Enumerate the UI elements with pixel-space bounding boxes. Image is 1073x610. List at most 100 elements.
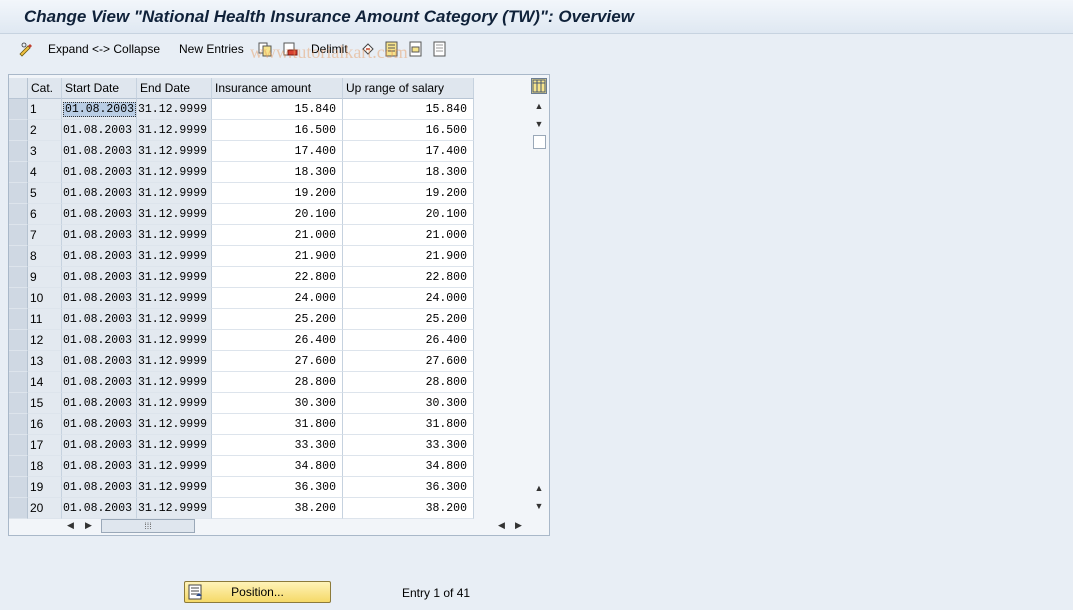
cell-insurance-amount[interactable]: 21.000 (212, 225, 343, 246)
cell-start-date[interactable]: 01.08.2003 (62, 414, 137, 435)
cell-start-date[interactable]: 01.08.2003 (62, 456, 137, 477)
cell-cat[interactable]: 1 (28, 99, 62, 120)
cell-insurance-amount[interactable]: 33.300 (212, 435, 343, 456)
column-header-up-range[interactable]: Up range of salary (343, 78, 474, 99)
select-all-rows-button[interactable] (9, 78, 28, 99)
cell-end-date[interactable]: 31.12.9999 (137, 498, 212, 519)
scroll-far-right-icon[interactable]: ▶ (515, 520, 522, 531)
cell-cat[interactable]: 13 (28, 351, 62, 372)
row-selector[interactable] (9, 309, 28, 330)
cell-start-date[interactable]: 01.08.2003 (62, 330, 137, 351)
cell-insurance-amount[interactable]: 30.300 (212, 393, 343, 414)
row-selector[interactable] (9, 141, 28, 162)
cell-end-date[interactable]: 31.12.9999 (137, 414, 212, 435)
cell-up-range[interactable]: 15.840 (343, 99, 474, 120)
cell-insurance-amount[interactable]: 21.900 (212, 246, 343, 267)
row-selector[interactable] (9, 204, 28, 225)
cell-up-range[interactable]: 31.800 (343, 414, 474, 435)
cell-up-range[interactable]: 36.300 (343, 477, 474, 498)
cell-end-date[interactable]: 31.12.9999 (137, 267, 212, 288)
cell-start-date[interactable]: 01.08.2003 (62, 225, 137, 246)
cell-end-date[interactable]: 31.12.9999 (137, 351, 212, 372)
cell-start-date[interactable]: 01.08.2003 (62, 183, 137, 204)
cell-end-date[interactable]: 31.12.9999 (137, 477, 212, 498)
cell-start-date[interactable]: 01.08.2003 (62, 246, 137, 267)
scroll-far-left-icon[interactable]: ◀ (498, 520, 505, 531)
row-selector[interactable] (9, 372, 28, 393)
column-header-start-date[interactable]: Start Date (62, 78, 137, 99)
row-selector[interactable] (9, 456, 28, 477)
scroll-page-up-icon[interactable]: ▲ (534, 483, 544, 493)
cell-insurance-amount[interactable]: 17.400 (212, 141, 343, 162)
cell-cat[interactable]: 10 (28, 288, 62, 309)
cell-cat[interactable]: 3 (28, 141, 62, 162)
row-selector[interactable] (9, 267, 28, 288)
cell-end-date[interactable]: 31.12.9999 (137, 183, 212, 204)
scroll-page-down-icon[interactable]: ▼ (534, 119, 544, 129)
cell-insurance-amount[interactable]: 27.600 (212, 351, 343, 372)
cell-cat[interactable]: 18 (28, 456, 62, 477)
cell-cat[interactable]: 8 (28, 246, 62, 267)
cell-end-date[interactable]: 31.12.9999 (137, 141, 212, 162)
cell-up-range[interactable]: 20.100 (343, 204, 474, 225)
cell-insurance-amount[interactable]: 24.000 (212, 288, 343, 309)
scroll-left-icon[interactable]: ◀ (67, 520, 74, 531)
cell-up-range[interactable]: 24.000 (343, 288, 474, 309)
cell-up-range[interactable]: 27.600 (343, 351, 474, 372)
cell-insurance-amount[interactable]: 26.400 (212, 330, 343, 351)
row-selector[interactable] (9, 225, 28, 246)
cell-end-date[interactable]: 31.12.9999 (137, 330, 212, 351)
row-selector[interactable] (9, 414, 28, 435)
cell-up-range[interactable]: 28.800 (343, 372, 474, 393)
table-settings-icon[interactable] (531, 78, 547, 94)
cell-insurance-amount[interactable]: 16.500 (212, 120, 343, 141)
scroll-up-icon[interactable]: ▲ (534, 101, 544, 111)
row-selector[interactable] (9, 99, 28, 120)
cell-start-date[interactable]: 01.08.2003 (62, 393, 137, 414)
cell-insurance-amount[interactable]: 22.800 (212, 267, 343, 288)
column-header-end-date[interactable]: End Date (137, 78, 212, 99)
row-selector[interactable] (9, 183, 28, 204)
cell-cat[interactable]: 6 (28, 204, 62, 225)
cell-cat[interactable]: 17 (28, 435, 62, 456)
cell-start-date[interactable]: 01.08.2003 (62, 498, 137, 519)
cell-start-date[interactable]: 01.08.2003 (62, 162, 137, 183)
cell-start-date[interactable]: 01.08.2003 (62, 309, 137, 330)
cell-insurance-amount[interactable]: 20.100 (212, 204, 343, 225)
cell-cat[interactable]: 9 (28, 267, 62, 288)
cell-up-range[interactable]: 30.300 (343, 393, 474, 414)
cell-cat[interactable]: 4 (28, 162, 62, 183)
row-selector[interactable] (9, 162, 28, 183)
select-block-icon[interactable] (408, 41, 424, 57)
cell-insurance-amount[interactable]: 34.800 (212, 456, 343, 477)
cell-cat[interactable]: 15 (28, 393, 62, 414)
cell-start-date[interactable]: 01.08.2003 (62, 435, 137, 456)
scroll-right-icon[interactable]: ▶ (85, 520, 92, 531)
cell-end-date[interactable]: 31.12.9999 (137, 288, 212, 309)
cell-cat[interactable]: 5 (28, 183, 62, 204)
cell-insurance-amount[interactable]: 28.800 (212, 372, 343, 393)
cell-end-date[interactable]: 31.12.9999 (137, 225, 212, 246)
cell-start-date[interactable]: 01.08.2003 (62, 288, 137, 309)
cell-end-date[interactable]: 31.12.9999 (137, 309, 212, 330)
cell-end-date[interactable]: 31.12.9999 (137, 204, 212, 225)
horizontal-scroll-thumb[interactable]: ⁞⁞⁞ (101, 519, 195, 533)
scroll-down-icon[interactable]: ▼ (534, 501, 544, 511)
cell-cat[interactable]: 12 (28, 330, 62, 351)
cell-end-date[interactable]: 31.12.9999 (137, 456, 212, 477)
cell-start-date[interactable]: 01.08.2003 (62, 372, 137, 393)
row-selector[interactable] (9, 246, 28, 267)
cell-up-range[interactable]: 17.400 (343, 141, 474, 162)
expand-collapse-button[interactable]: Expand <-> Collapse (48, 42, 160, 56)
row-selector[interactable] (9, 288, 28, 309)
cell-up-range[interactable]: 38.200 (343, 498, 474, 519)
cell-cat[interactable]: 20 (28, 498, 62, 519)
row-selector[interactable] (9, 330, 28, 351)
cell-up-range[interactable]: 21.900 (343, 246, 474, 267)
cell-insurance-amount[interactable]: 38.200 (212, 498, 343, 519)
cell-up-range[interactable]: 18.300 (343, 162, 474, 183)
new-entries-button[interactable]: New Entries (179, 42, 244, 56)
scroll-thumb[interactable] (533, 135, 546, 149)
cell-end-date[interactable]: 31.12.9999 (137, 435, 212, 456)
cell-cat[interactable]: 19 (28, 477, 62, 498)
